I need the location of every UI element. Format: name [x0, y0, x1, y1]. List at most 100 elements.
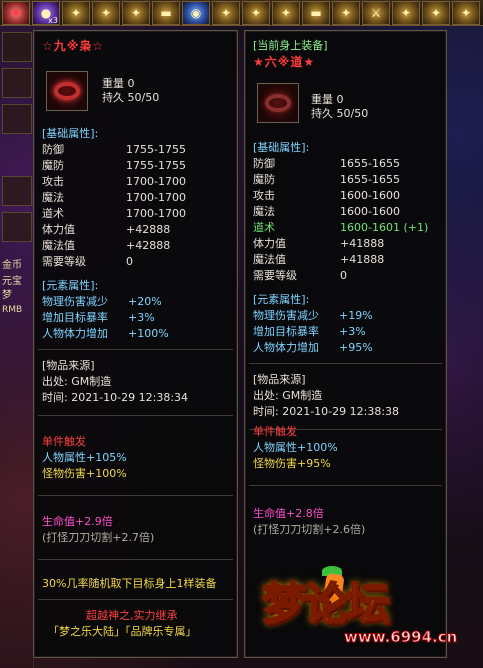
attr-name: 道术	[42, 207, 64, 220]
currency-label: 金币	[2, 260, 22, 271]
element-attr-value: +19%	[339, 309, 373, 322]
weight-text: 重量 0	[102, 77, 135, 90]
item-title: ★六※道★	[253, 55, 316, 69]
attr-value: 1700-1700	[126, 207, 186, 220]
element-attr-name: 增加目标暴率	[42, 311, 108, 324]
attr-value: +41888	[340, 237, 385, 250]
trigger-attr: 人物属性+100%	[253, 441, 338, 454]
ring-item-icon	[257, 83, 299, 123]
element-attr-name: 增加目标暴率	[253, 325, 319, 338]
attr-name: 魔法值	[253, 253, 286, 266]
weapon-slot[interactable]: ⚔	[362, 0, 390, 25]
gold-pile-slot[interactable]: ✦	[92, 0, 120, 25]
gold-pile-slot[interactable]: ✦	[62, 0, 90, 25]
base-attr-header: [基础属性]:	[253, 141, 310, 154]
attr-name: 魔防	[253, 173, 275, 186]
source-origin: 出处: GM制造	[253, 389, 323, 402]
inventory-slot[interactable]	[2, 68, 32, 98]
attr-name: 攻击	[253, 189, 275, 202]
divider	[249, 485, 442, 486]
inventory-slot[interactable]	[2, 212, 32, 242]
divider	[38, 599, 233, 600]
attr-name: 魔法	[42, 191, 64, 204]
gold-pile-slot[interactable]: ✦	[452, 0, 480, 25]
slot-count: x3	[48, 15, 58, 25]
equipped-header: [当前身上装备]	[253, 39, 328, 52]
item-tooltip-equipped: [当前身上装备] ★六※道★ 重量 0 持久 50/50 [基础属性]: 防御 …	[244, 30, 447, 658]
inventory-slot[interactable]	[2, 32, 32, 62]
element-attr-value: +20%	[128, 295, 162, 308]
hp-bonus: 生命值+2.9倍	[42, 515, 113, 528]
attr-value: 1755-1755	[126, 159, 186, 172]
ingot-slot[interactable]: ▬	[152, 0, 180, 25]
gold-pile-slot[interactable]: ✦	[392, 0, 420, 25]
inventory-slot[interactable]	[2, 176, 32, 206]
weight-text: 重量 0	[311, 93, 344, 106]
attr-value: 0	[126, 255, 133, 268]
gold-pile-slot[interactable]: ✦	[242, 0, 270, 25]
attr-value: 1700-1700	[126, 175, 186, 188]
gold-pile-slot[interactable]: ✦	[422, 0, 450, 25]
site-watermark: 梦论坛 www.6994.cn	[261, 566, 477, 664]
attr-value: 1600-1601 (+1)	[340, 221, 429, 234]
inventory-edge: 金币 元宝 梦 RMB	[0, 28, 34, 668]
element-attr-name: 物理伤害减少	[42, 295, 108, 308]
divider	[38, 559, 233, 560]
attr-value: 1600-1600	[340, 189, 400, 202]
watermark-logo: 梦论坛	[261, 578, 391, 631]
gold-pile-slot[interactable]: ✦	[272, 0, 300, 25]
attr-name: 防御	[253, 157, 275, 170]
footer-slogan: 超越神之,实力继承	[86, 609, 178, 622]
trigger-header: 单件触发	[42, 435, 86, 448]
base-attr-header: [基础属性]:	[42, 127, 99, 140]
attr-name: 需要等级	[42, 255, 86, 268]
attr-name: 魔法	[253, 205, 275, 218]
watermark-url: www.6994.cn	[343, 628, 458, 647]
attr-value: 1655-1655	[340, 173, 400, 186]
random-effect: 30%几率随机取下目标身上1样装备	[42, 577, 217, 590]
attr-name: 防御	[42, 143, 64, 156]
attr-value: +42888	[126, 239, 171, 252]
attr-name: 道术	[253, 221, 275, 234]
attr-name: 魔法值	[42, 239, 75, 252]
attr-value: 1600-1600	[340, 205, 400, 218]
attr-name: 体力值	[253, 237, 286, 250]
element-attr-value: +100%	[128, 327, 169, 340]
gold-pile-slot[interactable]: ✦	[332, 0, 360, 25]
source-header: [物品来源]	[42, 359, 95, 372]
gem-orb-slot[interactable]: ◉	[182, 0, 210, 25]
potion-slot[interactable]: ♦	[2, 0, 30, 25]
hp-bonus-sub: (打怪刀刀切割+2.7倍)	[42, 531, 155, 544]
orb-slot[interactable]: ● x3	[32, 0, 60, 25]
item-title: ☆九※枭☆	[42, 39, 105, 53]
trigger-attr: 怪物伤害+100%	[42, 467, 127, 480]
gold-ingot-slot[interactable]: ▬	[302, 0, 330, 25]
durability-text: 持久 50/50	[102, 91, 160, 104]
element-attr-header: [元素属性]:	[42, 279, 99, 292]
attr-value: +41888	[340, 253, 385, 266]
attr-value: 1755-1755	[126, 143, 186, 156]
inventory-slot[interactable]	[2, 104, 32, 134]
footer-brand: 「梦之乐大陆」「品牌乐专属」	[48, 625, 197, 638]
attr-value: 0	[340, 269, 347, 282]
element-attr-value: +3%	[339, 325, 366, 338]
gold-pile-slot[interactable]: ✦	[212, 0, 240, 25]
hp-bonus: 生命值+2.8倍	[253, 507, 324, 520]
divider	[38, 349, 233, 350]
divider	[249, 363, 442, 364]
source-time: 时间: 2021-10-29 12:38:34	[42, 391, 189, 404]
element-attr-header: [元素属性]:	[253, 293, 310, 306]
attr-name: 攻击	[42, 175, 64, 188]
attr-value: +42888	[126, 223, 171, 236]
hp-bonus-sub: (打怪刀刀切割+2.6倍)	[253, 523, 366, 536]
trigger-header: 单件触发	[253, 425, 297, 438]
attr-name: 需要等级	[253, 269, 297, 282]
gold-pile-slot[interactable]: ✦	[122, 0, 150, 25]
divider	[38, 495, 233, 496]
source-origin: 出处: GM制造	[42, 375, 112, 388]
durability-text: 持久 50/50	[311, 107, 369, 120]
element-attr-value: +95%	[339, 341, 373, 354]
currency-label: RMB	[2, 305, 23, 315]
element-attr-name: 人物体力增加	[253, 341, 319, 354]
ring-item-icon	[46, 71, 88, 111]
